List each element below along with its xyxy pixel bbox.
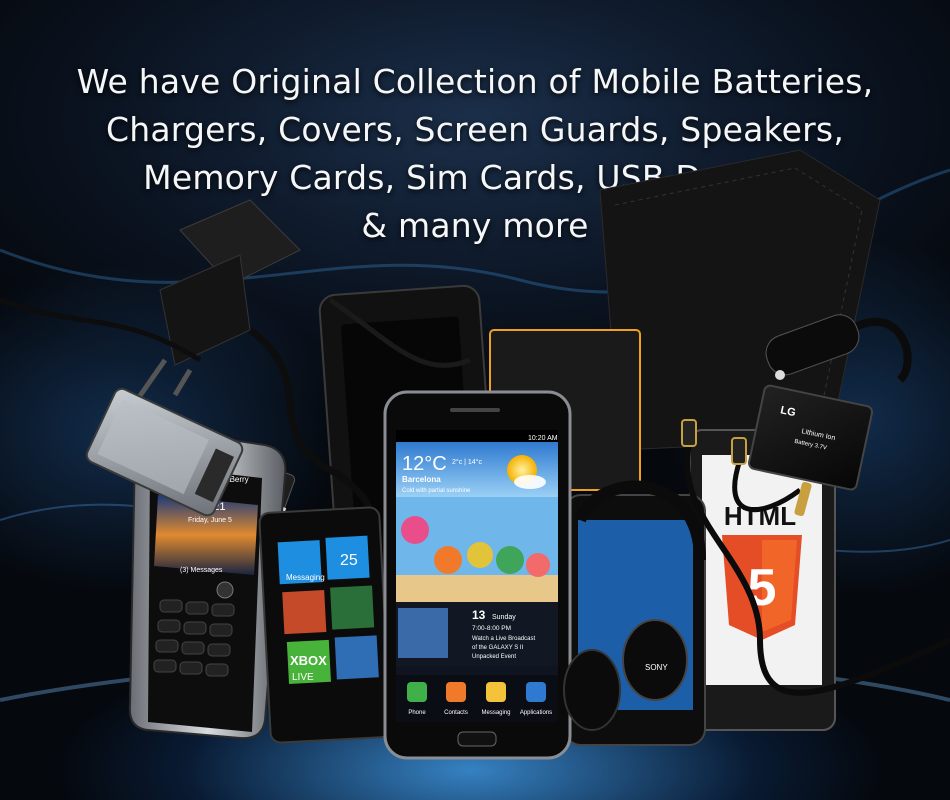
product-banner: We have Original Collection of Mobile Ba…	[0, 0, 950, 800]
html5-text: HTML	[724, 501, 796, 531]
dock-label-messaging: Messaging	[481, 710, 510, 716]
galaxy-weather-temp: 12°C	[402, 453, 447, 475]
headphones-brand: SONY	[645, 663, 668, 672]
dock-label-phone: Phone	[408, 710, 426, 716]
home-button	[457, 731, 497, 747]
phone-app-icon	[407, 682, 427, 702]
applications-app-icon	[526, 682, 546, 702]
galaxy-weather-range: 2°c | 14°c	[452, 458, 482, 466]
win-tile-xbox: XBOX	[290, 653, 327, 668]
win-tile-messaging: Messaging	[286, 573, 325, 582]
galaxy-event-time: 7:00-8:00 PM	[472, 625, 511, 632]
galaxy-event-line3: Unpacked Event	[472, 654, 516, 660]
dock-label-contacts: Contacts	[444, 710, 468, 716]
galaxy-weather-desc: Cold with partial sunshine	[402, 488, 471, 494]
galaxy-event-line2: of the GALAXY S II	[472, 645, 524, 651]
galaxy-weather-city: Barcelona	[402, 475, 441, 484]
galaxy-event-date: 13	[472, 608, 486, 622]
product-collage: 12:21 Friday, June 5 (3) Messages BlackB…	[0, 149, 950, 760]
win-tile-live: LIVE	[292, 672, 314, 683]
audio-jack	[731, 437, 747, 465]
galaxy-event-day: Sunday	[492, 614, 516, 621]
dock-label-applications: Applications	[520, 710, 552, 716]
win-tile-25: 25	[340, 552, 358, 569]
bb-messages: (3) Messages	[180, 567, 223, 574]
messaging-app-icon	[486, 682, 506, 702]
contacts-app-icon	[446, 682, 466, 702]
html5-badge: 5	[748, 559, 777, 617]
audio-jack	[681, 419, 697, 447]
wall-charger	[127, 199, 301, 412]
galaxy-event-line1: Watch a Live Broadcast	[472, 636, 535, 642]
galaxy-status-time: 10:20 AM	[528, 435, 558, 442]
bb-date: Friday, June 5	[188, 517, 232, 524]
windows-phone: Messaging 25 XBOX LIVE	[258, 506, 392, 744]
galaxy-phone: 10:20 AM 12°C 2°c | 14°c Barcelona Cold …	[383, 390, 572, 760]
